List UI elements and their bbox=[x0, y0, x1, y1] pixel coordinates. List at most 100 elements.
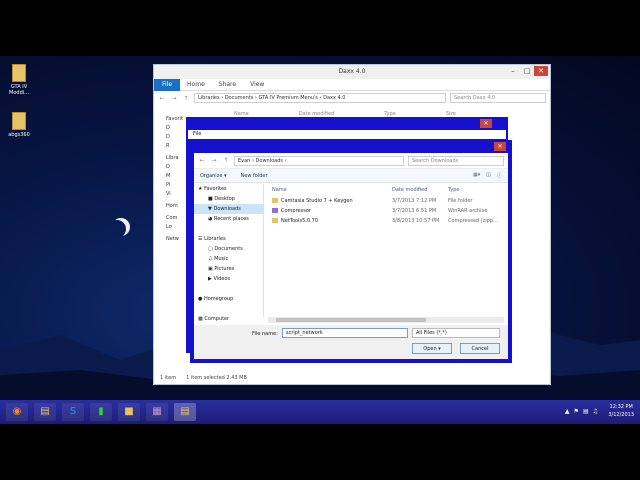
forward-arrow-icon[interactable]: → bbox=[210, 157, 218, 164]
back-arrow-icon[interactable]: ← bbox=[158, 95, 166, 102]
breadcrumb-downloads[interactable]: Downloads bbox=[256, 158, 283, 164]
nav-libraries[interactable]: ☰ Libraries bbox=[194, 234, 263, 244]
app-icon[interactable]: ▮ bbox=[90, 403, 112, 421]
close-button[interactable]: ✕ bbox=[494, 142, 506, 151]
explorer-search-input[interactable]: Search Daxx 4.0 bbox=[450, 93, 546, 103]
nav-computer[interactable]: ▩ Computer bbox=[194, 314, 263, 324]
explorer-address-row: ← → ↑ Libraries › Documents › GTA IV Pre… bbox=[154, 91, 550, 105]
file-type: WinRAR archive bbox=[448, 208, 488, 214]
file-row[interactable]: Camtasia Studio 7 + Keygen 3/7/2013 7:12… bbox=[268, 196, 504, 206]
clock[interactable]: 12:32 PM 3/12/2013 bbox=[608, 403, 634, 419]
desktop-icon-abgs[interactable]: abgs360 bbox=[6, 112, 32, 138]
nav-item[interactable]: D bbox=[166, 163, 183, 172]
ribbon: File Home Share View bbox=[154, 78, 550, 91]
nav-item[interactable]: Pi bbox=[166, 181, 183, 190]
maximize-button[interactable]: □ bbox=[520, 66, 534, 76]
column-date[interactable]: Date modified bbox=[392, 187, 448, 193]
nav-desktop[interactable]: ■ Desktop bbox=[194, 194, 263, 204]
nav-item[interactable]: Netw bbox=[166, 235, 183, 244]
up-arrow-icon[interactable]: ↑ bbox=[182, 95, 190, 102]
nav-item[interactable]: Favorit bbox=[166, 115, 183, 124]
nav-documents[interactable]: ▢ Documents bbox=[194, 244, 263, 254]
flag-icon[interactable]: ⚑ bbox=[574, 408, 579, 415]
nav-music[interactable]: ♫ Music bbox=[194, 254, 263, 264]
nav-item[interactable]: Lo bbox=[166, 223, 183, 232]
breadcrumb-daxx[interactable]: Daxx 4.0 bbox=[323, 95, 345, 101]
up-arrow-icon[interactable]: ↑ bbox=[222, 157, 230, 164]
nav-item[interactable]: D bbox=[166, 124, 183, 133]
close-button[interactable]: ✕ bbox=[480, 119, 492, 128]
new-folder-button[interactable]: New folder bbox=[241, 173, 268, 179]
file-date: 3/7/2013 6:51 PM bbox=[392, 208, 437, 214]
file-explorer-icon[interactable]: ▤ bbox=[34, 403, 56, 421]
nav-favorites[interactable]: ★ Favorites bbox=[194, 184, 263, 194]
scrollbar-thumb[interactable] bbox=[276, 318, 426, 322]
file-row[interactable]: Compressor 3/7/2013 6:51 PM WinRAR archi… bbox=[268, 206, 504, 216]
nav-item[interactable]: Hom bbox=[166, 202, 183, 211]
filename-input[interactable]: script_network bbox=[282, 328, 408, 338]
horizontal-scrollbar[interactable] bbox=[268, 317, 504, 323]
view-options-icon[interactable]: ▦▾ bbox=[473, 172, 480, 179]
nav-item[interactable]: D bbox=[166, 133, 183, 142]
ribbon-tab-home[interactable]: Home bbox=[180, 81, 212, 88]
winrar-icon[interactable]: ▦ bbox=[146, 403, 168, 421]
save-dialog: ✕ ← → ↑ Evan › Downloads › Search Downlo… bbox=[190, 140, 512, 363]
preview-pane-icon[interactable]: ◫ bbox=[486, 172, 491, 179]
nav-downloads[interactable]: ▼ Downloads bbox=[194, 204, 263, 214]
folder-icon bbox=[272, 198, 278, 203]
clock-time: 12:32 PM bbox=[609, 404, 633, 410]
file-row[interactable]: NetTools5.0.70 3/8/2013 10:57 PM Compres… bbox=[268, 216, 504, 226]
background-dialog-file-bar[interactable]: File bbox=[188, 130, 506, 139]
nav-item[interactable]: M bbox=[166, 172, 183, 181]
file-name: NetTools5.0.70 bbox=[281, 218, 318, 224]
nav-item[interactable]: Libra bbox=[166, 154, 183, 163]
cancel-button[interactable]: Cancel bbox=[460, 343, 500, 354]
nav-pictures[interactable]: ▣ Pictures bbox=[194, 264, 263, 274]
nav-label: Videos bbox=[213, 276, 231, 282]
nav-item[interactable]: R bbox=[166, 142, 183, 151]
dialog-toolbar: Organize ▾ New folder ▦▾ ◫ ⓘ bbox=[194, 169, 508, 183]
archive-icon bbox=[272, 208, 278, 213]
ribbon-tab-share[interactable]: Share bbox=[212, 81, 243, 88]
breadcrumb-documents[interactable]: Documents bbox=[225, 95, 254, 101]
column-type[interactable]: Type bbox=[448, 187, 498, 193]
chevron-up-icon[interactable]: ▲ bbox=[565, 408, 570, 415]
nav-homegroup[interactable]: ● Homegroup bbox=[194, 294, 263, 304]
minimize-button[interactable]: – bbox=[506, 66, 520, 76]
open-button[interactable]: Open ▾ bbox=[412, 343, 452, 354]
organize-button[interactable]: Organize ▾ bbox=[200, 173, 227, 179]
explorer-taskbar-icon[interactable]: ▤ bbox=[174, 403, 196, 421]
nav-recent-places[interactable]: ◕ Recent places bbox=[194, 214, 263, 224]
desktop-icon-gta[interactable]: GTA IV Moddi... bbox=[6, 64, 32, 96]
column-name[interactable]: Name bbox=[268, 187, 392, 193]
filename-label: File name: bbox=[252, 331, 278, 337]
forward-arrow-icon[interactable]: → bbox=[170, 95, 178, 102]
close-button[interactable]: ✕ bbox=[534, 66, 548, 76]
letterbox-bottom bbox=[0, 424, 640, 480]
filetype-select[interactable]: All Files (*.*) bbox=[412, 328, 500, 338]
volume-icon[interactable]: ♫ bbox=[593, 408, 598, 415]
dialog-search-input[interactable]: Search Downloads bbox=[408, 155, 504, 166]
dialog-footer: File name: script_network All Files (*.*… bbox=[194, 325, 508, 359]
breadcrumb-gta[interactable]: GTA IV Premium Menu's bbox=[259, 95, 318, 101]
breadcrumb-libraries[interactable]: Libraries bbox=[198, 95, 220, 101]
nav-item[interactable]: Com bbox=[166, 214, 183, 223]
file-date: 3/8/2013 10:57 PM bbox=[392, 218, 440, 224]
explorer-address-bar[interactable]: Libraries › Documents › GTA IV Premium M… bbox=[194, 93, 446, 103]
ribbon-tab-file[interactable]: File bbox=[154, 78, 181, 91]
firefox-icon[interactable]: ◉ bbox=[6, 403, 28, 421]
back-arrow-icon[interactable]: ← bbox=[198, 157, 206, 164]
skype-icon[interactable]: S bbox=[62, 403, 84, 421]
folder-icon[interactable]: ■ bbox=[118, 403, 140, 421]
network-icon[interactable]: ▤ bbox=[583, 408, 589, 415]
ribbon-tab-view[interactable]: View bbox=[243, 81, 271, 88]
explorer-titlebar[interactable]: Daxx 4.0 – □ ✕ bbox=[154, 65, 550, 79]
help-icon[interactable]: ⓘ bbox=[497, 172, 502, 179]
dialog-address-bar[interactable]: Evan › Downloads › bbox=[234, 155, 404, 166]
nav-videos[interactable]: ▶ Videos bbox=[194, 274, 263, 284]
breadcrumb-evan[interactable]: Evan bbox=[238, 158, 250, 164]
nav-item[interactable]: Vi bbox=[166, 190, 183, 199]
nav-label: Homegroup bbox=[203, 296, 234, 302]
moon-graphic bbox=[112, 218, 130, 236]
